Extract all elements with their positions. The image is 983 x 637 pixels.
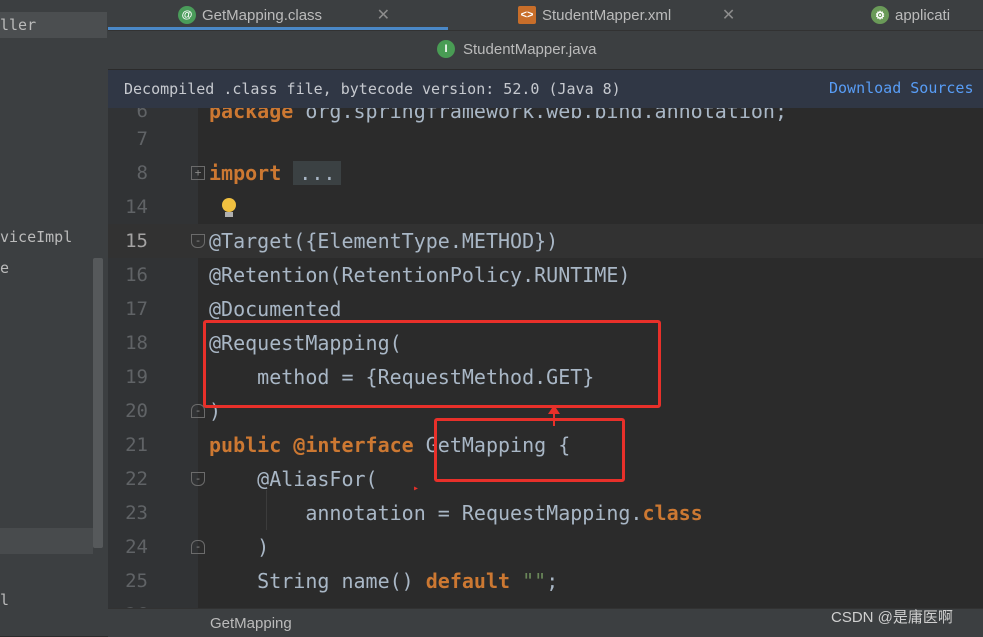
code-text: annotation = RequestMapping.class	[209, 501, 703, 525]
line-number: 23	[125, 502, 148, 524]
tab-application[interactable]: ⚙ applicati	[871, 0, 950, 30]
annotation-class-icon: @	[178, 6, 196, 24]
code-text: String name() default "";	[209, 569, 559, 593]
project-item-label: e	[0, 259, 10, 277]
project-item-label: l	[0, 591, 10, 609]
code-line: 16 @Retention(RetentionPolicy.RUNTIME)	[108, 258, 983, 292]
line-number: 26	[116, 598, 148, 608]
project-item-controller[interactable]: ller	[0, 12, 107, 38]
tab-label: GetMapping.class	[202, 6, 323, 24]
code-line: 7	[108, 122, 983, 156]
line-number: 7	[136, 128, 148, 150]
arrow-line	[553, 414, 555, 426]
highlight-box-getmapping	[434, 418, 625, 482]
tab-label: StudentMapper.java	[463, 40, 597, 58]
folded-imports[interactable]: ...	[293, 161, 342, 185]
tab-label: applicati	[895, 6, 951, 24]
indent-guide	[266, 490, 267, 530]
close-icon[interactable]: ✕	[377, 5, 390, 25]
project-item-label: viceImpl	[0, 228, 73, 246]
line-number: 22	[125, 468, 148, 490]
project-scrollbar[interactable]	[93, 258, 103, 548]
line-number: 24	[125, 536, 148, 558]
intention-bulb-icon[interactable]	[222, 198, 236, 217]
project-item-l[interactable]: l	[0, 587, 100, 613]
xml-file-icon: <>	[518, 6, 536, 24]
tab-getmapping-class[interactable]: @ GetMapping.class ✕	[178, 0, 390, 30]
code-line-current: 15 - @Target({ElementType.METHOD})	[108, 224, 983, 258]
tab-label: StudentMapper.xml	[542, 6, 672, 24]
fold-collapse-icon[interactable]: -	[191, 234, 205, 248]
highlight-box-requestmapping	[203, 320, 661, 408]
line-number: 15	[125, 230, 148, 252]
code-line: 23 annotation = RequestMapping.class	[108, 496, 983, 530]
banner-text: Decompiled .class file, bytecode version…	[124, 80, 621, 98]
line-number: 25	[125, 570, 148, 592]
line-number: 16	[125, 264, 148, 286]
line-number: 19	[125, 366, 148, 388]
line-number: 21	[125, 434, 148, 456]
decompiled-banner: Decompiled .class file, bytecode version…	[108, 70, 983, 109]
cursor-mark-icon: ▸	[413, 483, 420, 494]
close-icon[interactable]: ✕	[722, 5, 735, 25]
project-selected-row[interactable]	[0, 528, 93, 554]
line-number: 17	[125, 298, 148, 320]
tab-studentmapper-java[interactable]: I StudentMapper.java	[437, 40, 596, 58]
arrow-up-icon	[548, 405, 560, 414]
active-tab-indicator	[108, 27, 448, 30]
spring-config-icon: ⚙	[871, 6, 889, 24]
code-text: @AliasFor(	[209, 467, 378, 491]
line-number: 8	[136, 162, 148, 184]
fold-expand-icon[interactable]: +	[191, 166, 205, 180]
project-item-e[interactable]: e	[0, 255, 100, 281]
watermark: CSDN @是庸医啊	[831, 609, 953, 626]
code-text: @Target({ElementType.METHOD})	[209, 229, 559, 253]
code-line: 24 - )	[108, 530, 983, 564]
code-line: 8 + import ...	[108, 156, 983, 190]
code-line: 14	[108, 190, 983, 224]
code-text: import ...	[209, 156, 342, 190]
line-number: 14	[125, 196, 148, 218]
breadcrumb[interactable]: GetMapping	[210, 615, 292, 632]
project-item-label: ller	[0, 16, 37, 34]
code-text: @Retention(RetentionPolicy.RUNTIME)	[209, 263, 631, 287]
project-panel: ller viceImpl e l	[0, 0, 108, 636]
project-item-serviceimpl[interactable]: viceImpl	[0, 224, 100, 250]
line-number: 18	[125, 332, 148, 354]
interface-icon: I	[437, 40, 455, 58]
download-sources-link[interactable]: Download Sources	[829, 79, 974, 97]
tab-studentmapper-xml[interactable]: <> StudentMapper.xml ✕	[518, 0, 735, 30]
line-number: 20	[125, 400, 148, 422]
fold-collapse-icon[interactable]: -	[191, 472, 205, 486]
fold-end-icon[interactable]: -	[191, 540, 205, 554]
code-line: 25 String name() default "";	[108, 564, 983, 598]
code-text: )	[209, 535, 270, 559]
